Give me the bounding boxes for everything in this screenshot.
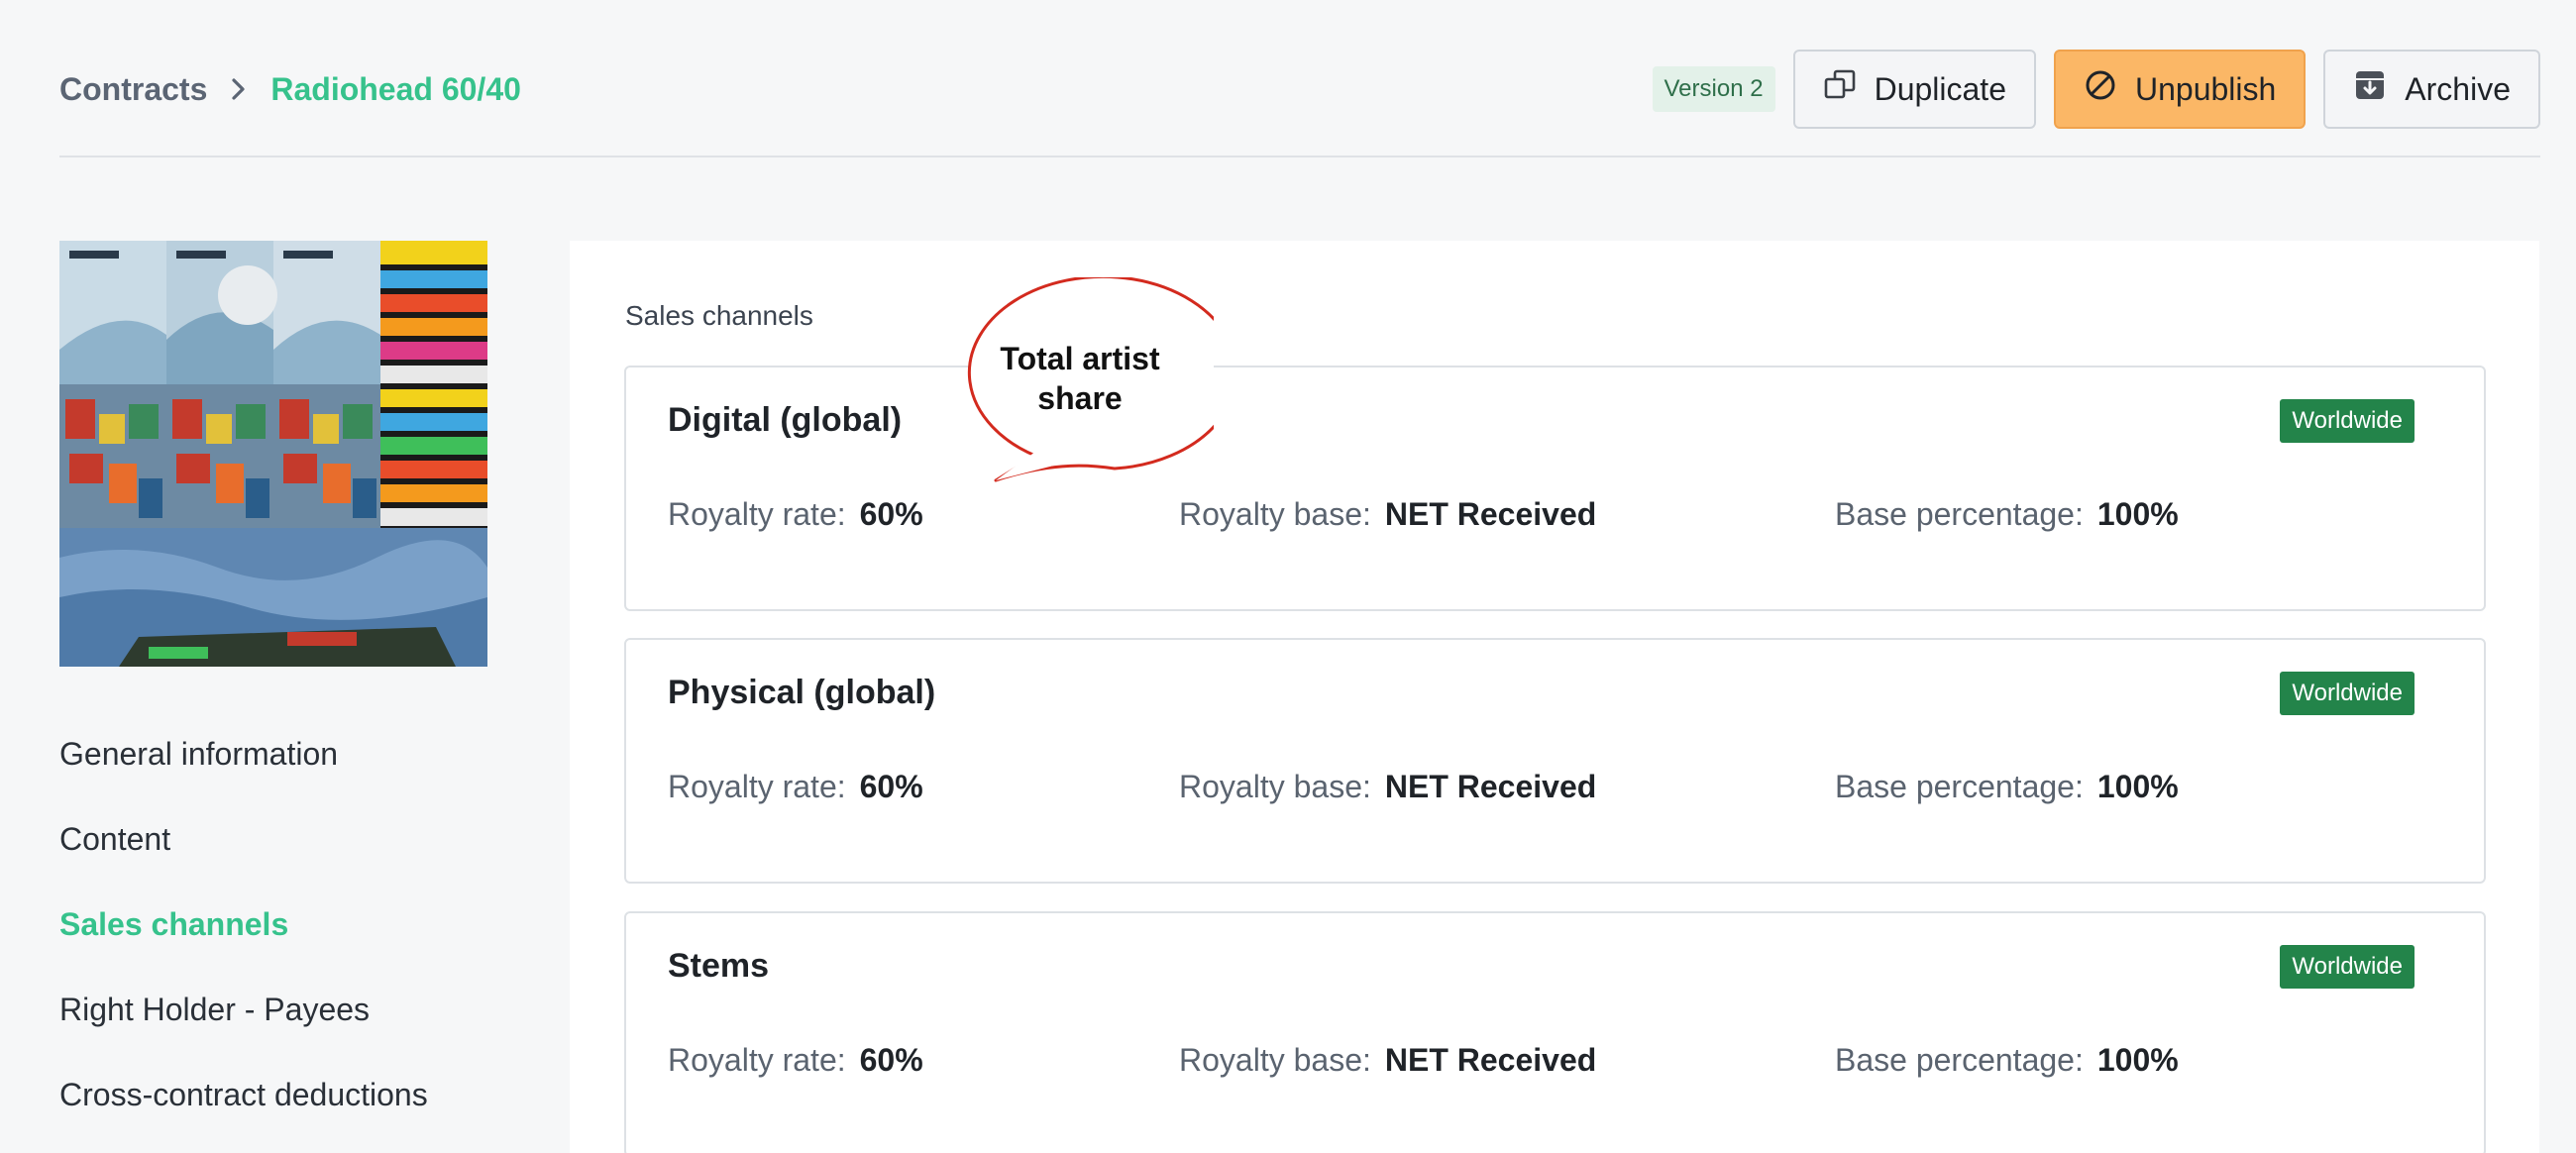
header-actions: Version 2 Duplicate Unpublish Archive	[1652, 50, 2540, 129]
breadcrumb: Contracts Radiohead 60/40	[59, 71, 521, 108]
archive-button[interactable]: Archive	[2323, 50, 2540, 129]
royalty-rate-label: Royalty rate:	[668, 769, 846, 804]
royalty-base-label: Royalty base:	[1179, 769, 1371, 804]
royalty-rate-value: 60%	[859, 769, 923, 804]
main-panel: Sales channels Digital (global) Worldwid…	[570, 241, 2539, 1153]
unpublish-label: Unpublish	[2134, 70, 2277, 107]
sidebar-item-content[interactable]: Content	[59, 796, 515, 882]
archive-label: Archive	[2405, 70, 2511, 107]
breadcrumb-contracts-link[interactable]: Contracts	[59, 71, 207, 108]
channel-title: Physical (global)	[668, 674, 936, 711]
channel-card[interactable]: Stems Worldwide Royalty rate: 60% Royalt…	[624, 911, 2486, 1153]
channel-title: Digital (global)	[668, 401, 903, 439]
annotation-callout: Total artist share	[907, 277, 1214, 495]
header-divider	[59, 156, 2540, 157]
contract-page: Contracts Radiohead 60/40 Version 2 Dupl…	[0, 0, 2576, 1153]
page-header: Contracts Radiohead 60/40 Version 2 Dupl…	[59, 48, 2540, 131]
royalty-rate-label: Royalty rate:	[668, 496, 846, 532]
royalty-rate-field: Royalty rate: 60%	[668, 1042, 923, 1079]
copy-icon	[1823, 68, 1857, 110]
region-badge: Worldwide	[2280, 399, 2415, 443]
royalty-rate-label: Royalty rate:	[668, 1042, 846, 1078]
channel-card[interactable]: Digital (global) Worldwide Royalty rate:…	[624, 366, 2486, 611]
region-badge: Worldwide	[2280, 945, 2415, 989]
royalty-rate-value: 60%	[859, 1042, 923, 1078]
royalty-base-field: Royalty base: NET Received	[1179, 1042, 1596, 1079]
royalty-base-label: Royalty base:	[1179, 496, 1371, 532]
royalty-base-label: Royalty base:	[1179, 1042, 1371, 1078]
base-percentage-field: Base percentage: 100%	[1835, 496, 2179, 533]
channel-title: Stems	[668, 947, 770, 985]
channel-card[interactable]: Physical (global) Worldwide Royalty rate…	[624, 638, 2486, 884]
base-percentage-value: 100%	[2096, 769, 2179, 804]
royalty-base-value: NET Received	[1384, 496, 1597, 532]
royalty-base-field: Royalty base: NET Received	[1179, 769, 1596, 805]
royalty-rate-field: Royalty rate: 60%	[668, 769, 923, 805]
duplicate-button[interactable]: Duplicate	[1792, 50, 2036, 129]
breadcrumb-current: Radiohead 60/40	[270, 70, 521, 107]
sidebar-nav: General information Content Sales channe…	[59, 711, 515, 1137]
duplicate-label: Duplicate	[1874, 70, 2006, 107]
royalty-rate-field: Royalty rate: 60%	[668, 496, 923, 533]
base-percentage-value: 100%	[2096, 496, 2179, 532]
royalty-base-value: NET Received	[1384, 1042, 1597, 1078]
section-title: Sales channels	[625, 300, 813, 331]
base-percentage-field: Base percentage: 100%	[1835, 1042, 2179, 1079]
base-percentage-label: Base percentage:	[1835, 496, 2084, 532]
base-percentage-value: 100%	[2096, 1042, 2179, 1078]
royalty-base-field: Royalty base: NET Received	[1179, 496, 1596, 533]
archive-icon	[2353, 68, 2387, 110]
album-cover-image	[59, 241, 487, 667]
royalty-rate-value: 60%	[859, 496, 923, 532]
chevron-right-icon	[229, 77, 249, 101]
unpublish-button[interactable]: Unpublish	[2053, 50, 2307, 129]
sidebar-item-cross-contract-deductions[interactable]: Cross-contract deductions	[59, 1052, 515, 1137]
royalty-base-value: NET Received	[1384, 769, 1597, 804]
sidebar-item-sales-channels[interactable]: Sales channels	[59, 882, 515, 967]
callout-text: Total artist share	[1000, 341, 1160, 416]
base-percentage-label: Base percentage:	[1835, 769, 2084, 804]
sidebar-item-general-information[interactable]: General information	[59, 711, 515, 796]
base-percentage-field: Base percentage: 100%	[1835, 769, 2179, 805]
base-percentage-label: Base percentage:	[1835, 1042, 2084, 1078]
ban-icon	[2084, 68, 2117, 110]
region-badge: Worldwide	[2280, 672, 2415, 715]
sidebar-item-right-holder-payees[interactable]: Right Holder - Payees	[59, 967, 515, 1052]
version-badge: Version 2	[1652, 66, 1775, 112]
